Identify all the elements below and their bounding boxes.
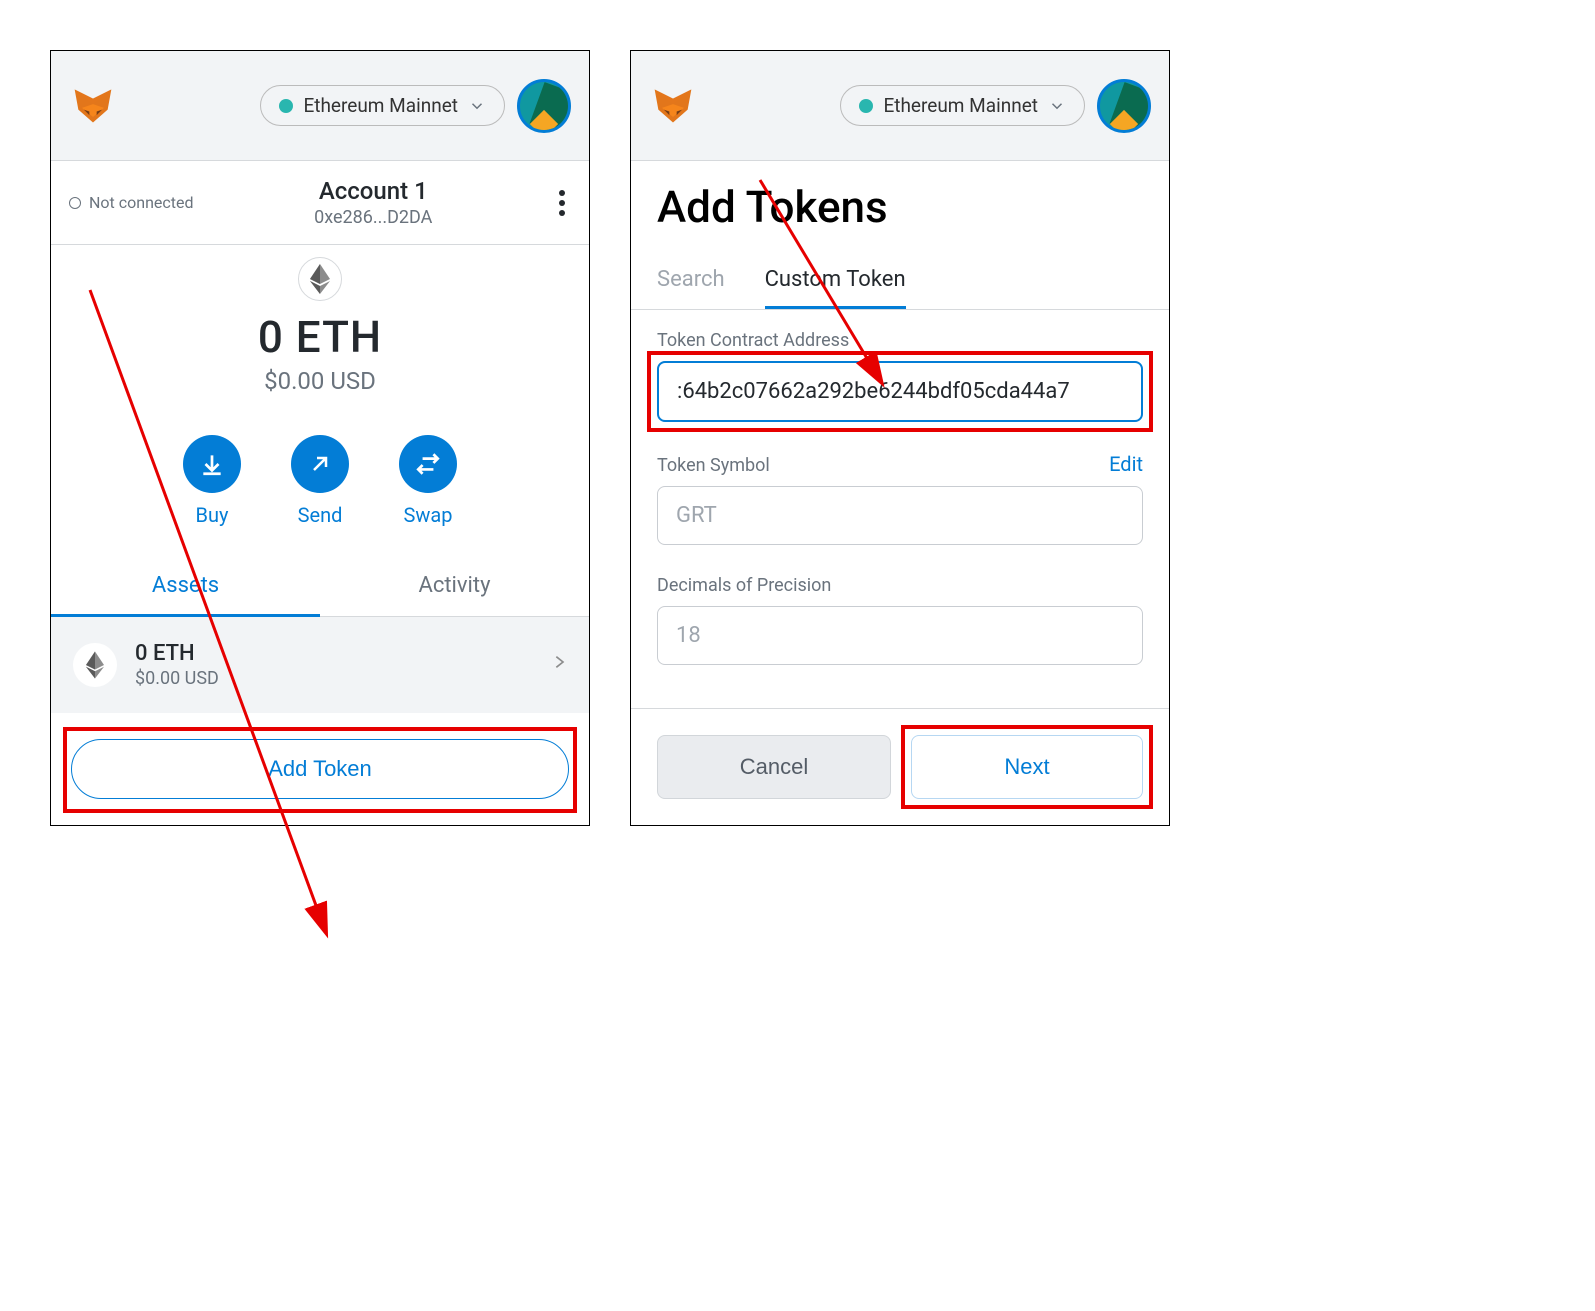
decimals-label: Decimals of Precision (657, 575, 1143, 596)
metamask-logo-icon (69, 82, 117, 130)
decimals-input (657, 606, 1143, 665)
network-label: Ethereum Mainnet (303, 94, 458, 117)
account-info[interactable]: Account 1 0xe286...D2DA (194, 177, 553, 228)
subtabs: Search Custom Token (631, 243, 1169, 310)
footer: Cancel Next (631, 708, 1169, 825)
swap-icon (399, 435, 457, 493)
token-symbol-label: Token Symbol (657, 455, 770, 476)
eth-icon (73, 643, 117, 687)
buy-label: Buy (196, 503, 229, 527)
connection-status-label: Not connected (89, 193, 194, 212)
connection-status-icon (69, 197, 81, 209)
tab-assets[interactable]: Assets (51, 557, 320, 617)
account-name: Account 1 (194, 177, 553, 205)
tabs: Assets Activity (51, 557, 589, 617)
account-menu-button[interactable] (553, 184, 571, 222)
page-title: Add Tokens (657, 181, 1143, 233)
add-token-section: Add Token (51, 713, 589, 825)
swap-button[interactable]: Swap (399, 435, 457, 527)
contract-address-label: Token Contract Address (657, 330, 1143, 351)
subtab-custom-token[interactable]: Custom Token (765, 267, 906, 309)
network-label: Ethereum Mainnet (883, 94, 1038, 117)
cancel-button[interactable]: Cancel (657, 735, 891, 799)
title-section: Add Tokens (631, 161, 1169, 243)
subtab-search[interactable]: Search (657, 267, 725, 309)
edit-symbol-link[interactable]: Edit (1109, 452, 1143, 476)
actions-row: Buy Send Swap (51, 415, 589, 557)
asset-amount: 0 ETH (135, 641, 533, 666)
chevron-down-icon (1048, 97, 1066, 115)
header: Ethereum Mainnet (51, 51, 589, 161)
asset-usd: $0.00 USD (135, 668, 533, 689)
contract-address-input[interactable] (657, 361, 1143, 422)
header: Ethereum Mainnet (631, 51, 1169, 161)
usd-balance: $0.00 USD (51, 367, 589, 395)
add-token-button[interactable]: Add Token (71, 739, 569, 799)
eth-balance: 0 ETH (51, 311, 589, 363)
account-address: 0xe286...D2DA (194, 207, 553, 228)
send-button[interactable]: Send (291, 435, 349, 527)
account-row: Not connected Account 1 0xe286...D2DA (51, 161, 589, 236)
add-tokens-panel: Ethereum Mainnet Add Tokens Search Custo… (630, 50, 1170, 826)
swap-label: Swap (403, 503, 452, 527)
network-selector[interactable]: Ethereum Mainnet (840, 85, 1085, 126)
send-label: Send (298, 503, 343, 527)
eth-icon (298, 257, 342, 301)
connection-status[interactable]: Not connected (69, 193, 194, 212)
chevron-right-icon (551, 648, 567, 683)
metamask-logo-icon (649, 82, 697, 130)
next-button[interactable]: Next (911, 735, 1143, 799)
tab-activity[interactable]: Activity (320, 557, 589, 617)
account-avatar[interactable] (1097, 79, 1151, 133)
asset-row-eth[interactable]: 0 ETH $0.00 USD (51, 617, 589, 713)
arrow-up-right-icon (291, 435, 349, 493)
account-avatar[interactable] (517, 79, 571, 133)
network-selector[interactable]: Ethereum Mainnet (260, 85, 505, 126)
token-form: Token Contract Address Token Symbol Edit… (631, 310, 1169, 685)
chevron-down-icon (468, 97, 486, 115)
network-status-icon (279, 99, 293, 113)
wallet-home-panel: Ethereum Mainnet Not connected Account 1… (50, 50, 590, 826)
network-status-icon (859, 99, 873, 113)
download-icon (183, 435, 241, 493)
buy-button[interactable]: Buy (183, 435, 241, 527)
symbol-label-row: Token Symbol Edit (657, 452, 1143, 476)
token-symbol-input (657, 486, 1143, 545)
balance-section: 0 ETH $0.00 USD (51, 245, 589, 415)
